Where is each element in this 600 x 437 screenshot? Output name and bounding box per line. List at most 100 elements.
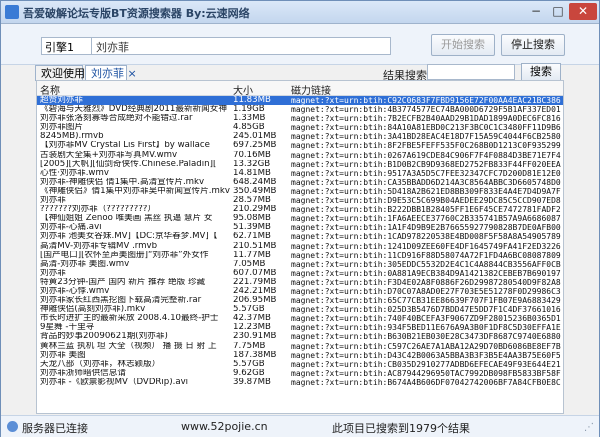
cell-name: 刘亦菲 -《欧票影视MV（DVDRip).avi: [40, 377, 189, 387]
cell-size: 5.57GB: [233, 305, 265, 315]
table-row[interactable]: 高清-刘亦菲 美图.wmv 7.05MB magnet:?xt=urn:btih:3…: [37, 260, 563, 269]
result-count-text: 此项目已搜索到1979个结果: [332, 422, 470, 435]
table-row[interactable]: 刘亦菲-心悸.wmv 242.21MB magnet:?xt=urn:btih:D7…: [37, 287, 563, 296]
cell-magnet: magnet:?xt=urn:btih:0267A619CDE84C906F7F…: [291, 150, 561, 160]
table-row[interactable]: 【刘亦菲MV Crystal Lis First】by wallace 697.2…: [37, 141, 563, 150]
cell-size: 42.37MB: [233, 314, 271, 324]
table-row[interactable]: 刘亦菲-神雕侠侣 倩1集中.高清宣传片.mkv 648.24MB magnet:?x…: [37, 178, 563, 187]
cell-size: 62.71MB: [233, 232, 271, 242]
table-row[interactable]: 神雕侠侣(高刻刘亦菲).mkv 5.57GB magnet:?xt=urn:btih…: [37, 305, 563, 314]
cell-name: 刘亦菲张洛刻寡等合成绝对不能错过.rar: [40, 114, 193, 124]
cell-magnet: magnet:?xt=urn:btih:1241D09ZEE60FE4DF164…: [291, 241, 561, 251]
server-status-text: 服务器已连接: [22, 422, 88, 435]
table-row[interactable]: 刘亦菲图片 4.85GB magnet:?xt=urn:btih:84A10A81E…: [37, 123, 563, 132]
table-row[interactable]: [2005][大帆][仙剑奇侠传.Chinese.Paladin][13.32G…: [37, 160, 563, 169]
cell-size: 7.75MB: [233, 341, 266, 351]
close-tab-icon[interactable]: ×: [128, 67, 137, 80]
cell-name: 刘亦菲 美图: [40, 350, 86, 360]
cell-name: 刘亦菲图片: [40, 123, 83, 133]
cell-magnet: magnet:?xt=urn:btih:C597C26AE7A1ABA12A29…: [291, 341, 561, 351]
column-name[interactable]: 名称: [40, 82, 60, 97]
tab-welcome[interactable]: 欢迎使用: [35, 65, 85, 81]
cell-name: 《碧海与天雅烈》DVD经典剧2011最新新闻女神: [40, 105, 227, 115]
table-row[interactable]: 刘亦菲 28.57MB magnet:?xt=urn:btih:D9E53C5C69…: [37, 196, 563, 205]
cell-magnet: magnet:?xt=urn:btih:B1D0B2CB9D9368ED2752…: [291, 159, 561, 169]
cell-name: 刘亦菲 池美女谷妹.MV]【DC:京华春梦.MV]【: [40, 232, 218, 242]
cell-size: 9.62GB: [233, 368, 265, 378]
table-row[interactable]: ???????刘亦菲（?????????） 210.29MB magnet:?xt=…: [37, 205, 563, 214]
table-row[interactable]: 《神雕侠侣》倩1集中刘亦菲吴中新闻宣传片.mkv 350.49MB magnet:?…: [37, 187, 563, 196]
table-row[interactable]: 《碧海与天雅烈》DVD经典剧2011最新新闻女神 1.19GB magnet:?xt…: [37, 105, 563, 114]
cell-size: 350.49MB: [233, 186, 277, 196]
cell-size: 7.05MB: [233, 259, 266, 269]
cell-magnet: magnet:?xt=urn:btih:D43C42B0063A5BBA3B3F…: [291, 350, 561, 360]
cell-size: 187.38MB: [233, 350, 277, 360]
table-row[interactable]: 特黄23分钟-国产 国内 新片 推荐 绝版 珍藏 221.79MB magnet:?…: [37, 278, 563, 287]
cell-magnet: magnet:?xt=urn:btih:B674A4B606DF07042742…: [291, 377, 561, 387]
cell-size: 51.39MB: [233, 223, 271, 233]
cell-size: 648.24MB: [233, 177, 277, 187]
stop-search-button[interactable]: 停止搜索: [501, 34, 565, 56]
keyword-input[interactable]: 刘亦菲: [91, 37, 391, 55]
app-icon: [5, 5, 19, 19]
server-status-icon: [7, 421, 18, 432]
resize-grip-icon[interactable]: ⋰: [584, 422, 596, 434]
table-row[interactable]: 黄林兰蓝 执机 坦 大全（视频） 播 摄 日 射 上 7.75MB magnet:?…: [37, 342, 563, 351]
cell-magnet: magnet:?xt=urn:btih:8F2FBE5FEFF535F0C268…: [291, 141, 561, 151]
maximize-button[interactable]: □: [547, 3, 569, 20]
table-row[interactable]: 刘亦菲张洛刻寡等合成绝对不能错过.rar 1.33MB magnet:?xt=urn…: [37, 114, 563, 123]
column-size[interactable]: 大小: [233, 82, 253, 97]
cell-size: 697.25MB: [233, 141, 277, 151]
cell-name: 刘亦菲-心痛.avi: [40, 223, 102, 233]
table-row[interactable]: 超赞刘亦菲 11.83MB magnet:?xt=urn:btih:C92C0683…: [37, 96, 563, 106]
cell-name: 超赞刘亦菲: [40, 96, 83, 105]
table-row[interactable]: 高清MV-刘亦菲专辑MV .rmvb 210.51MB magnet:?xt=urn…: [37, 242, 563, 251]
close-button[interactable]: ✕: [569, 3, 597, 20]
cell-size: 206.95MB: [233, 296, 277, 306]
cell-name: [2005][大帆][仙剑奇侠传.Chinese.Paladin][: [40, 159, 217, 169]
tab-current-search[interactable]: 刘亦菲 ×: [85, 65, 137, 81]
table-row[interactable]: 刘亦菲家长红西黑挖图下载高清完整新.rar 206.95MB magnet:?xt=…: [37, 296, 563, 305]
start-search-button[interactable]: 开始搜索: [431, 34, 495, 56]
cell-size: 1.19GB: [233, 105, 265, 115]
table-row[interactable]: 刘亦菲-心痛.avi 51.39MB magnet:?xt=urn:btih:1A1…: [37, 223, 563, 232]
cell-size: 4.85GB: [233, 123, 265, 133]
table-row[interactable]: 古装剧大全集+刘亦菲写真MV.wmv 70.16MB magnet:?xt=urn:…: [37, 151, 563, 160]
minimize-button[interactable]: −: [525, 3, 547, 20]
table-row[interactable]: 市长时进扩主的最新采放 2008.4.10最终-护士 42.37MB magnet:…: [37, 314, 563, 323]
table-row[interactable]: 背品的妙事20090621期(刘亦菲) 230.91MB magnet:?xt=ur…: [37, 332, 563, 341]
table-row[interactable]: 刘亦菲 池美女谷妹.MV]【DC:京华春梦.MV]【 62.71MB magnet:…: [37, 232, 563, 241]
column-magnet[interactable]: 磁力链接: [291, 82, 331, 97]
table-row[interactable]: [国产电口][农怀至声美图册]“刘亦菲”外女作 11.77MB magnet:?xt…: [37, 251, 563, 260]
cell-size: 221.79MB: [233, 277, 277, 287]
engine-select-value: 引擎1: [45, 41, 74, 54]
table-row[interactable]: 心性·刘亦菲.wmv 14.81MB magnet:?xt=urn:btih:951…: [37, 169, 563, 178]
table-row[interactable]: 9星舞 -千里寻 12.23MB magnet:?xt=urn:btih:934F5…: [37, 323, 563, 332]
table-row[interactable]: 刘亦菲浙师暗供信息请 9.62GB magnet:?xt=urn:btih:AC87…: [37, 369, 563, 378]
cell-size: 607.07MB: [233, 268, 277, 278]
cell-magnet: magnet:?xt=urn:btih:CB035D2910277ADBD6EF…: [291, 359, 561, 369]
cell-name: [国产电口][农怀至声美图册]“刘亦菲”外女作: [40, 250, 209, 260]
cell-name: 黄林兰蓝 执机 坦 大全（视频） 播 摄 日 射 上: [40, 341, 217, 351]
table-body: 超赞刘亦菲 11.83MB magnet:?xt=urn:btih:C92C0683…: [37, 96, 563, 387]
table-row[interactable]: 天龙八部（刘亦菲，林志颖版） 5.57GB magnet:?xt=urn:btih:…: [37, 360, 563, 369]
cell-name: 刘亦菲浙师暗供信息请: [40, 368, 126, 378]
cell-size: 12.23MB: [233, 323, 271, 333]
cell-name: 【神仙姐姐 Zenoo 唯美画 黑丝 执逼 慧片 女: [40, 214, 213, 224]
table-row[interactable]: 【神仙姐姐 Zenoo 唯美画 黑丝 执逼 慧片 女 95.08MB magnet:…: [37, 214, 563, 223]
cell-magnet: magnet:?xt=urn:btih:D9E53C5C699B04AEDEE2…: [291, 196, 561, 206]
cell-name: 神雕侠侣(高刻刘亦菲).mkv: [40, 305, 146, 315]
result-filter-input[interactable]: [427, 64, 515, 80]
table-row[interactable]: 刘亦菲 607.07MB magnet:?xt=urn:btih:0A881A9EC…: [37, 269, 563, 278]
cell-size: 230.91MB: [233, 332, 277, 342]
table-row[interactable]: 刘亦菲 美图 187.38MB magnet:?xt=urn:btih:D43C42…: [37, 351, 563, 360]
result-search-button[interactable]: 搜索: [521, 63, 561, 81]
cell-size: 95.08MB: [233, 214, 271, 224]
cell-size: 1.33MB: [233, 114, 266, 124]
table-row[interactable]: 8245MB).rmvb 245.01MB magnet:?xt=urn:btih:…: [37, 132, 563, 141]
table-row[interactable]: 刘亦菲 -《欧票影视MV（DVDRip).avi 39.87MB magnet:?x…: [37, 378, 563, 387]
cell-magnet: magnet:?xt=urn:btih:0A881A9ECB384D9A1421…: [291, 268, 561, 278]
cell-name: 市长时进扩主的最新采放 2008.4.10最终-护士: [40, 314, 219, 324]
cell-name: 刘亦菲家长红西黑挖图下载高清完整新.rar: [40, 296, 202, 306]
results-table[interactable]: 名称 大小 磁力链接 超赞刘亦菲 11.83MB magnet:?xt=urn:bt…: [36, 80, 564, 414]
